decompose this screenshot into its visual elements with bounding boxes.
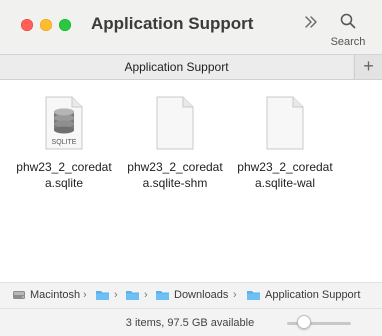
path-separator: › <box>114 289 118 301</box>
path-bar: Macintosh › › › Downloads › Application … <box>0 282 382 308</box>
document-icon <box>266 96 304 150</box>
zoom-button[interactable] <box>59 19 71 31</box>
folder-icon <box>247 291 260 300</box>
path-item-label: Downloads <box>174 289 229 301</box>
icon-size-slider-knob[interactable] <box>297 315 311 329</box>
path-item-folder[interactable] <box>125 289 140 301</box>
path-separator: › <box>144 289 148 301</box>
file-item-shm[interactable]: phw23_2_coredata.sqlite-shm <box>120 96 230 191</box>
tab-bar: Application Support + <box>0 54 382 80</box>
file-name: phw23_2_coredata.sqlite-shm <box>127 160 223 190</box>
path-item-application-support[interactable]: Application Support <box>246 289 360 301</box>
file-item-sqlite[interactable]: SQLITE phw23_2_coredata.sqlite <box>9 96 119 191</box>
close-button[interactable] <box>21 19 33 31</box>
folder-icon <box>156 291 169 300</box>
minimize-button[interactable] <box>40 19 52 31</box>
file-name: phw23_2_coredata.sqlite <box>16 160 112 190</box>
folder-icon <box>96 291 109 300</box>
new-tab-button[interactable]: + <box>354 55 382 79</box>
status-bar: 3 items, 97.5 GB available <box>0 308 382 336</box>
search-icon[interactable] <box>339 12 357 30</box>
path-separator: › <box>233 289 237 301</box>
chevron-double-right-icon[interactable] <box>302 13 320 31</box>
folder-icon <box>126 291 139 300</box>
path-item-label: Application Support <box>265 289 361 301</box>
file-item-wal[interactable]: phw23_2_coredata.sqlite-wal <box>230 96 340 191</box>
sqlite-database-icon: SQLITE <box>45 96 83 150</box>
title-bar: Application Support Search <box>0 0 382 54</box>
path-item-macintosh[interactable]: Macintosh <box>12 289 80 301</box>
path-separator: › <box>83 289 87 301</box>
path-item-label: Macintosh <box>30 289 81 301</box>
path-item-downloads[interactable]: Downloads <box>155 289 228 301</box>
search-button-label[interactable]: Search <box>326 36 370 48</box>
window-title: Application Support <box>91 14 254 33</box>
file-list: SQLITE phw23_2_coredata.sqlite phw23_2_c… <box>0 80 382 270</box>
hard-drive-icon <box>13 291 25 299</box>
path-item-folder[interactable] <box>95 289 110 301</box>
sqlite-badge: SQLITE <box>52 139 77 146</box>
finder-window: Application Support Search Application S… <box>0 0 382 336</box>
status-text: 3 items, 97.5 GB available <box>125 317 255 329</box>
file-name: phw23_2_coredata.sqlite-wal <box>237 160 333 190</box>
document-icon <box>156 96 194 150</box>
tab-application-support[interactable]: Application Support <box>0 55 353 79</box>
